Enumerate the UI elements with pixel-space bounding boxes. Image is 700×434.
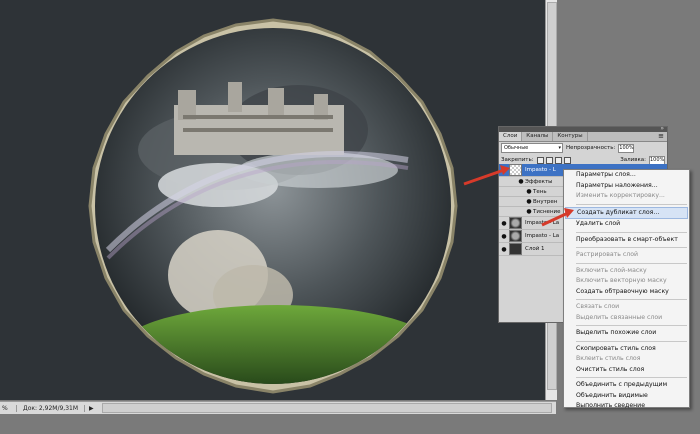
context-menu-item: Изменить корректировку...	[576, 192, 665, 199]
collapse-icon[interactable]: »	[660, 125, 664, 132]
menu-separator	[576, 262, 687, 264]
context-menu-item[interactable]: Выделить похожие слои	[564, 328, 689, 339]
doc-size[interactable]: Док: 2,92M/9,31M	[17, 404, 86, 412]
context-menu-item: Растрировать слой	[576, 251, 639, 258]
artwork-image	[88, 18, 458, 394]
layer-context-menu: Параметры слоя... Параметры наложения... И…	[563, 169, 690, 409]
panel-titlebar[interactable]: »	[499, 125, 667, 132]
status-arrow-icon[interactable]: ▶	[85, 405, 98, 412]
context-menu-item: Вклеить стиль слоя	[576, 355, 641, 362]
tab-channels[interactable]: Каналы	[522, 132, 554, 141]
tab-layers[interactable]: Слои	[499, 132, 523, 141]
menu-separator	[576, 231, 687, 233]
context-menu-item[interactable]: Скопировать стиль слоя	[564, 344, 689, 355]
blend-mode-select[interactable]: Обычные ▾	[501, 143, 563, 153]
lock-pixels-icon[interactable]	[545, 156, 553, 164]
context-menu-item[interactable]: Объединить видимые	[564, 391, 689, 402]
context-menu-item: Включить слой-маску	[576, 266, 647, 274]
context-menu-item[interactable]: Создать обтравочную маску	[564, 287, 689, 298]
document-canvas[interactable]	[0, 0, 556, 400]
effect-name: Внутрен	[533, 198, 558, 205]
context-menu-item: Включить векторную маску	[576, 277, 667, 284]
layer-thumbnail	[509, 217, 522, 229]
context-menu-item[interactable]: Параметры наложения...	[564, 181, 689, 192]
blend-row: Обычные ▾ Непрозрачность: 100%	[499, 142, 667, 154]
panel-tabs: Слои Каналы Контуры ≡	[499, 132, 667, 142]
context-menu-item[interactable]: Очистить стиль слоя	[564, 365, 689, 376]
context-menu-item[interactable]: Преобразовать в смарт-объект	[564, 235, 689, 246]
menu-separator	[576, 325, 687, 326]
layer-name: Слой 1	[525, 246, 545, 252]
context-menu-item[interactable]: Параметры слоя...	[564, 170, 689, 181]
context-menu-item: Выделить связанные слои	[576, 313, 663, 321]
context-menu-item[interactable]: Удалить слой	[564, 219, 689, 230]
red-arrow-icon	[463, 165, 510, 186]
eye-icon[interactable]: ●	[499, 220, 509, 227]
context-menu-item[interactable]: Выполнить сведение	[564, 401, 689, 412]
layer-thumbnail	[509, 230, 522, 242]
eye-icon[interactable]: ●	[525, 188, 533, 195]
context-menu-item: Связать слои	[576, 303, 620, 310]
layer-name: Impasto - L	[525, 167, 556, 173]
context-menu-item[interactable]: Создать дубликат слоя...	[565, 206, 688, 219]
eye-icon[interactable]: ●	[517, 178, 525, 185]
panel-menu-icon[interactable]: ≡	[655, 132, 667, 141]
eye-icon[interactable]: ●	[525, 198, 533, 205]
red-arrow-icon	[541, 208, 574, 227]
lock-transparency-icon[interactable]	[536, 156, 544, 164]
context-menu-item[interactable]: Объединить с предыдущим	[564, 380, 689, 391]
menu-separator	[576, 340, 687, 342]
horizontal-scrollbar[interactable]	[101, 403, 552, 413]
layer-thumbnail	[509, 243, 522, 255]
effect-name: Эффекты	[525, 178, 553, 185]
eye-icon[interactable]: ●	[499, 246, 509, 253]
menu-separator	[576, 203, 687, 205]
layer-name: Impasto - La	[525, 233, 560, 239]
chevron-down-icon: ▾	[558, 145, 561, 151]
lock-position-icon[interactable]	[554, 156, 562, 164]
effect-name: Тень	[533, 188, 547, 195]
eye-icon[interactable]: ●	[499, 233, 509, 240]
blend-mode-value: Обычные	[504, 145, 529, 151]
tab-paths[interactable]: Контуры	[553, 132, 588, 141]
opacity-label: Непрозрачность:	[566, 145, 616, 151]
menu-separator	[576, 247, 687, 248]
fill-label: Заливка:	[620, 157, 646, 163]
lock-icons	[536, 156, 571, 164]
status-bar: % Док: 2,92M/9,31M ▶	[0, 401, 556, 414]
zoom-level[interactable]: %	[0, 404, 17, 412]
opacity-input[interactable]: 100%	[618, 143, 635, 153]
menu-separator	[576, 377, 687, 378]
menu-separator	[576, 299, 687, 300]
lock-all-icon[interactable]	[563, 156, 571, 164]
eye-icon[interactable]: ●	[525, 208, 533, 215]
